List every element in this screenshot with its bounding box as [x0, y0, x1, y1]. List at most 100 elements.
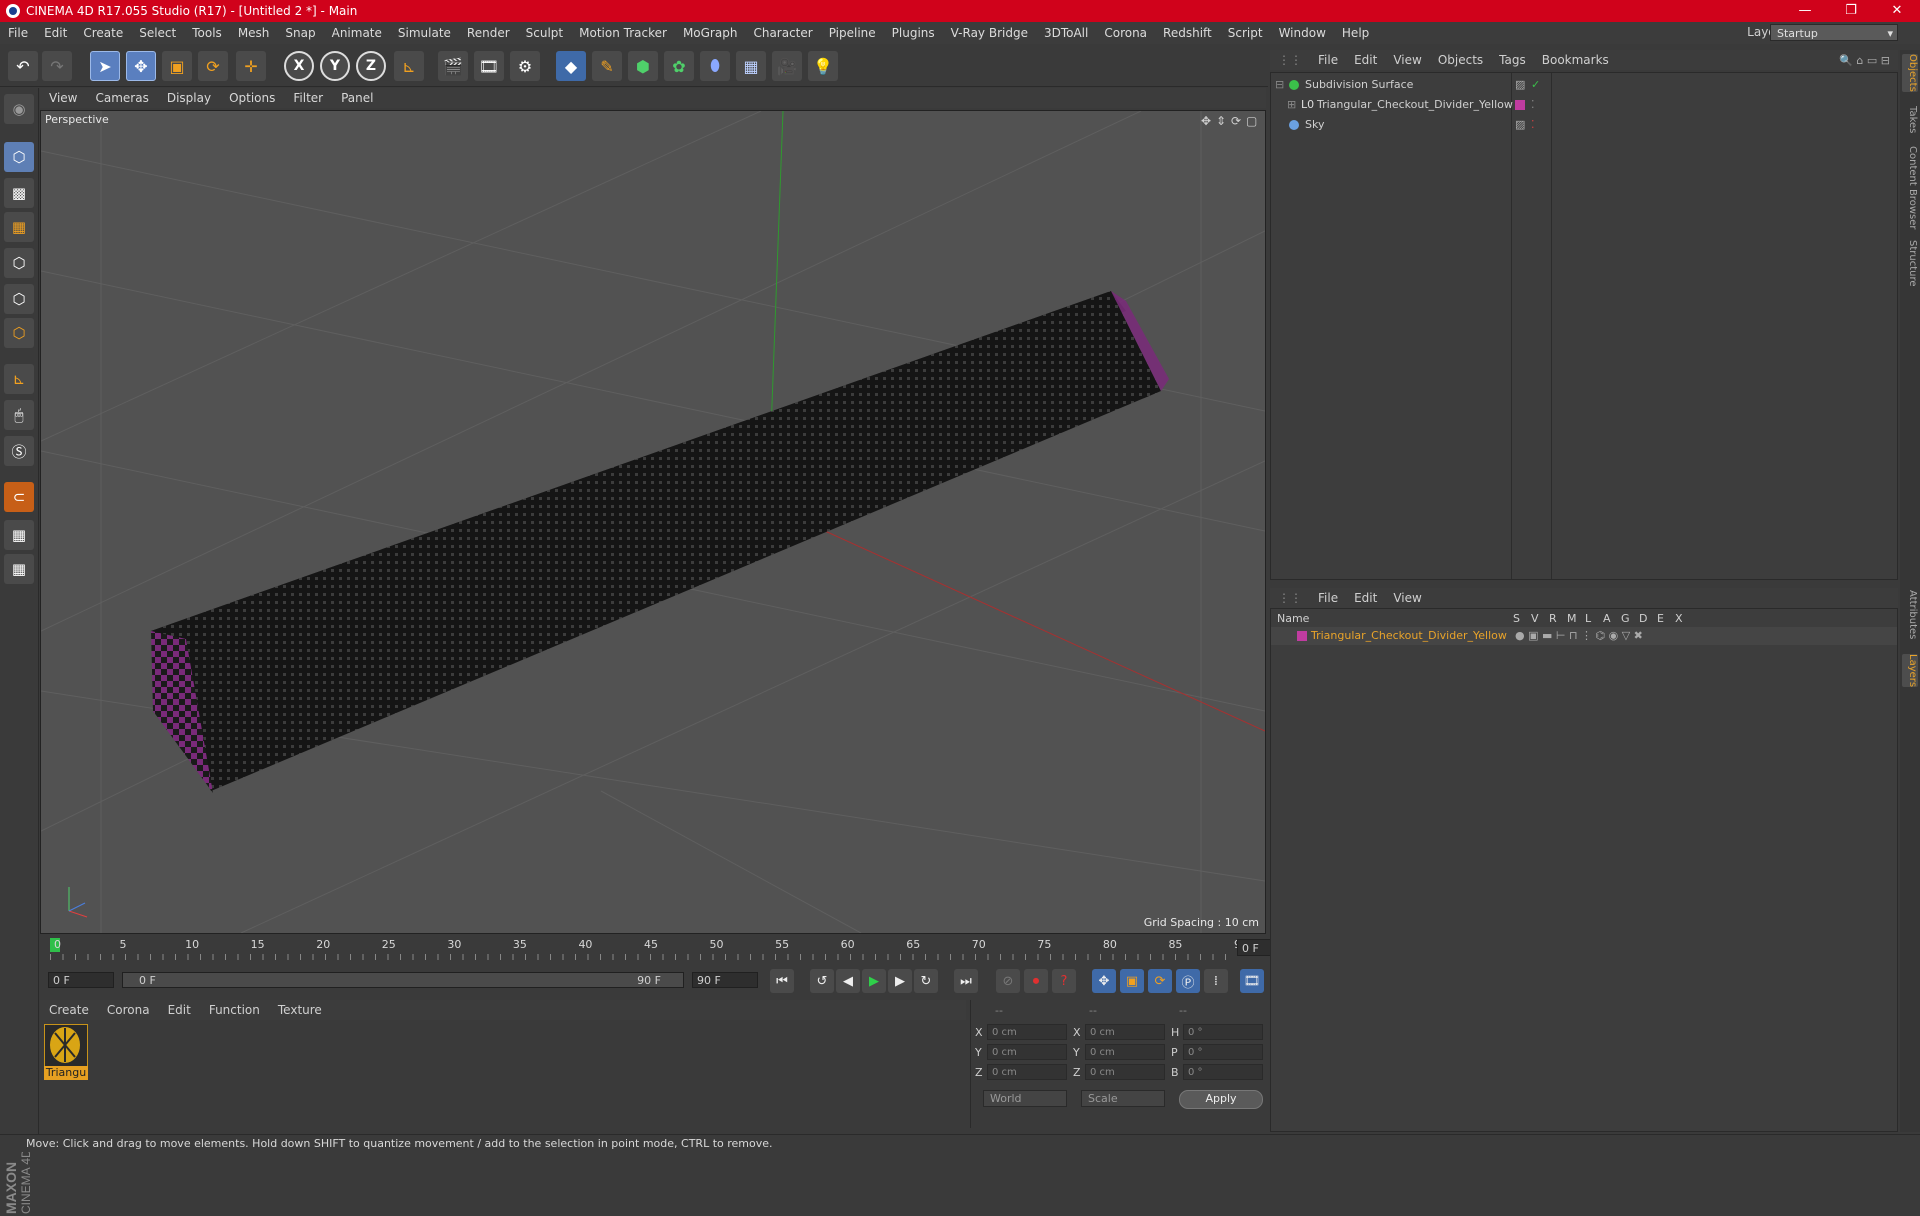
menu-help[interactable]: Help — [1334, 26, 1377, 40]
pos-x-field[interactable]: 0 cm — [987, 1024, 1067, 1040]
render-picture-viewer-icon[interactable]: 🎞 — [474, 51, 504, 81]
rotate-icon[interactable]: ⟳ — [198, 51, 228, 81]
solo-icon[interactable]: Ⓢ — [4, 436, 34, 466]
menu-script[interactable]: Script — [1220, 26, 1271, 40]
close-button[interactable]: ✕ — [1874, 0, 1920, 22]
minimize-button[interactable]: — — [1782, 0, 1828, 22]
size-y-field[interactable]: 0 cm — [1085, 1044, 1165, 1060]
material-menu-texture[interactable]: Texture — [269, 1003, 331, 1017]
size-mode-select[interactable]: Scale — [1081, 1090, 1165, 1107]
tab-layers[interactable]: Layers — [1902, 654, 1918, 688]
layer-color-swatch[interactable] — [1297, 631, 1307, 641]
menu-file[interactable]: File — [0, 26, 36, 40]
rot-h-field[interactable]: 0 ° — [1183, 1024, 1263, 1040]
tab-takes[interactable]: Takes — [1902, 106, 1918, 133]
viewport-menu-options[interactable]: Options — [220, 91, 284, 105]
layer-toggle-icon[interactable]: ▨ — [1515, 75, 1525, 95]
previous-key-icon[interactable]: ↺ — [810, 969, 834, 993]
menu-select[interactable]: Select — [131, 26, 184, 40]
material-menu-create[interactable]: Create — [40, 1003, 98, 1017]
object-name[interactable]: Subdivision Surface — [1305, 75, 1413, 95]
layout-select[interactable]: Startup — [1770, 24, 1898, 42]
object-name[interactable]: Sky — [1305, 115, 1324, 135]
layer-menu-edit[interactable]: Edit — [1346, 591, 1385, 605]
object-name[interactable]: Triangular_Checkout_Divider_Yellow — [1317, 95, 1513, 115]
scale-icon[interactable]: ▣ — [162, 51, 192, 81]
viewport-menu-cameras[interactable]: Cameras — [86, 91, 157, 105]
key-rotation-icon[interactable]: ⟳ — [1148, 969, 1172, 993]
timeline-window-icon[interactable]: 🎞 — [1240, 969, 1264, 993]
camera-icon[interactable]: 🎥 — [772, 51, 802, 81]
tab-objects[interactable]: Objects — [1902, 54, 1918, 92]
menu-pipeline[interactable]: Pipeline — [821, 26, 884, 40]
size-x-field[interactable]: 0 cm — [1085, 1024, 1165, 1040]
axis-mode-icon[interactable]: ⊾ — [4, 364, 34, 394]
panel-grip-icon[interactable]: ⋮⋮ — [1270, 591, 1310, 605]
keyframe-selection-icon[interactable]: ? — [1052, 969, 1076, 993]
x-axis-icon[interactable]: X — [284, 51, 314, 81]
object-menu-file[interactable]: File — [1310, 53, 1346, 67]
go-to-start-icon[interactable]: ⏮ — [770, 969, 794, 993]
deformer-icon[interactable]: ⬮ — [700, 51, 730, 81]
viewport-menu-view[interactable]: View — [40, 91, 86, 105]
size-z-field[interactable]: 0 cm — [1085, 1064, 1165, 1080]
points-mode-icon[interactable]: ⬡ — [4, 248, 34, 278]
viewport-menu-display[interactable]: Display — [158, 91, 220, 105]
enabled-check-icon[interactable]: ✓ — [1531, 75, 1540, 95]
redo-icon[interactable]: ↷ — [42, 51, 72, 81]
object-manager-nav-icons[interactable]: 🔍 ⌂ ▭ ⊟ — [1839, 54, 1890, 67]
panel-grip-icon[interactable]: ⋮⋮ — [1270, 53, 1310, 67]
snap-magnet-icon[interactable]: ⊂ — [4, 482, 34, 512]
key-pla-icon[interactable]: ⁞ — [1204, 969, 1228, 993]
triangular-divider-object[interactable] — [151, 291, 1169, 793]
frame-range-slider[interactable]: 0 F 90 F — [122, 972, 684, 988]
layer-toggle-icon[interactable]: ▨ — [1515, 115, 1525, 135]
edges-mode-icon[interactable]: ⬡ — [4, 284, 34, 314]
go-to-end-icon[interactable]: ⏭ — [954, 969, 978, 993]
menu-tools[interactable]: Tools — [184, 26, 230, 40]
menu-mograph[interactable]: MoGraph — [675, 26, 746, 40]
floor-icon[interactable]: ▦ — [736, 51, 766, 81]
end-frame-field[interactable]: 90 F — [692, 972, 758, 988]
material-thumbnail[interactable] — [44, 1024, 88, 1068]
menu-animate[interactable]: Animate — [324, 26, 390, 40]
menu-3dtoall[interactable]: 3DToAll — [1036, 26, 1096, 40]
key-scale-icon[interactable]: ▣ — [1120, 969, 1144, 993]
menu-corona[interactable]: Corona — [1096, 26, 1155, 40]
object-menu-edit[interactable]: Edit — [1346, 53, 1385, 67]
visibility-dots-icon[interactable]: ⁚ — [1531, 95, 1535, 115]
object-row[interactable]: ⊟ Subdivision Surface ▨ ✓ — [1271, 75, 1897, 95]
autokey-icon[interactable]: ⏺ — [1024, 969, 1048, 993]
rot-b-field[interactable]: 0 ° — [1183, 1064, 1263, 1080]
planar-workplane-icon[interactable]: ▦ — [4, 554, 34, 584]
workplane-icon[interactable]: ▦ — [4, 212, 34, 242]
locked-workplane-icon[interactable]: ▦ — [4, 520, 34, 550]
light-icon[interactable]: 💡 — [808, 51, 838, 81]
move-icon[interactable]: ✥ — [126, 51, 156, 81]
object-menu-view[interactable]: View — [1385, 53, 1429, 67]
object-row[interactable]: Sky ▨ ⁚ — [1271, 115, 1897, 135]
tab-attributes[interactable]: Attributes — [1902, 590, 1918, 639]
menu-sculpt[interactable]: Sculpt — [518, 26, 571, 40]
layer-name[interactable]: Triangular_Checkout_Divider_Yellow — [1311, 627, 1507, 645]
layer-color-swatch[interactable] — [1515, 100, 1525, 110]
material-menu-corona[interactable]: Corona — [98, 1003, 159, 1017]
material-menu-function[interactable]: Function — [200, 1003, 269, 1017]
model-mode-icon[interactable]: ⬡ — [4, 142, 34, 172]
menu-character[interactable]: Character — [745, 26, 820, 40]
menu-create[interactable]: Create — [75, 26, 131, 40]
material-menu-edit[interactable]: Edit — [159, 1003, 200, 1017]
play-icon[interactable]: ▶ — [862, 969, 886, 993]
tab-content-browser[interactable]: Content Browser — [1902, 146, 1918, 229]
expand-icon[interactable]: ⊞ — [1287, 95, 1296, 115]
polygons-mode-icon[interactable]: ⬡ — [4, 318, 34, 348]
pen-icon[interactable]: ✎ — [592, 51, 622, 81]
menu-snap[interactable]: Snap — [277, 26, 323, 40]
viewport-menu-filter[interactable]: Filter — [284, 91, 332, 105]
menu-vray-bridge[interactable]: V-Ray Bridge — [943, 26, 1036, 40]
maximize-button[interactable]: ❐ — [1828, 0, 1874, 22]
select-arrow-icon[interactable]: ➤ — [90, 51, 120, 81]
subdivision-icon[interactable]: ⬢ — [628, 51, 658, 81]
next-frame-icon[interactable]: ▶ — [888, 969, 912, 993]
menu-render[interactable]: Render — [459, 26, 518, 40]
